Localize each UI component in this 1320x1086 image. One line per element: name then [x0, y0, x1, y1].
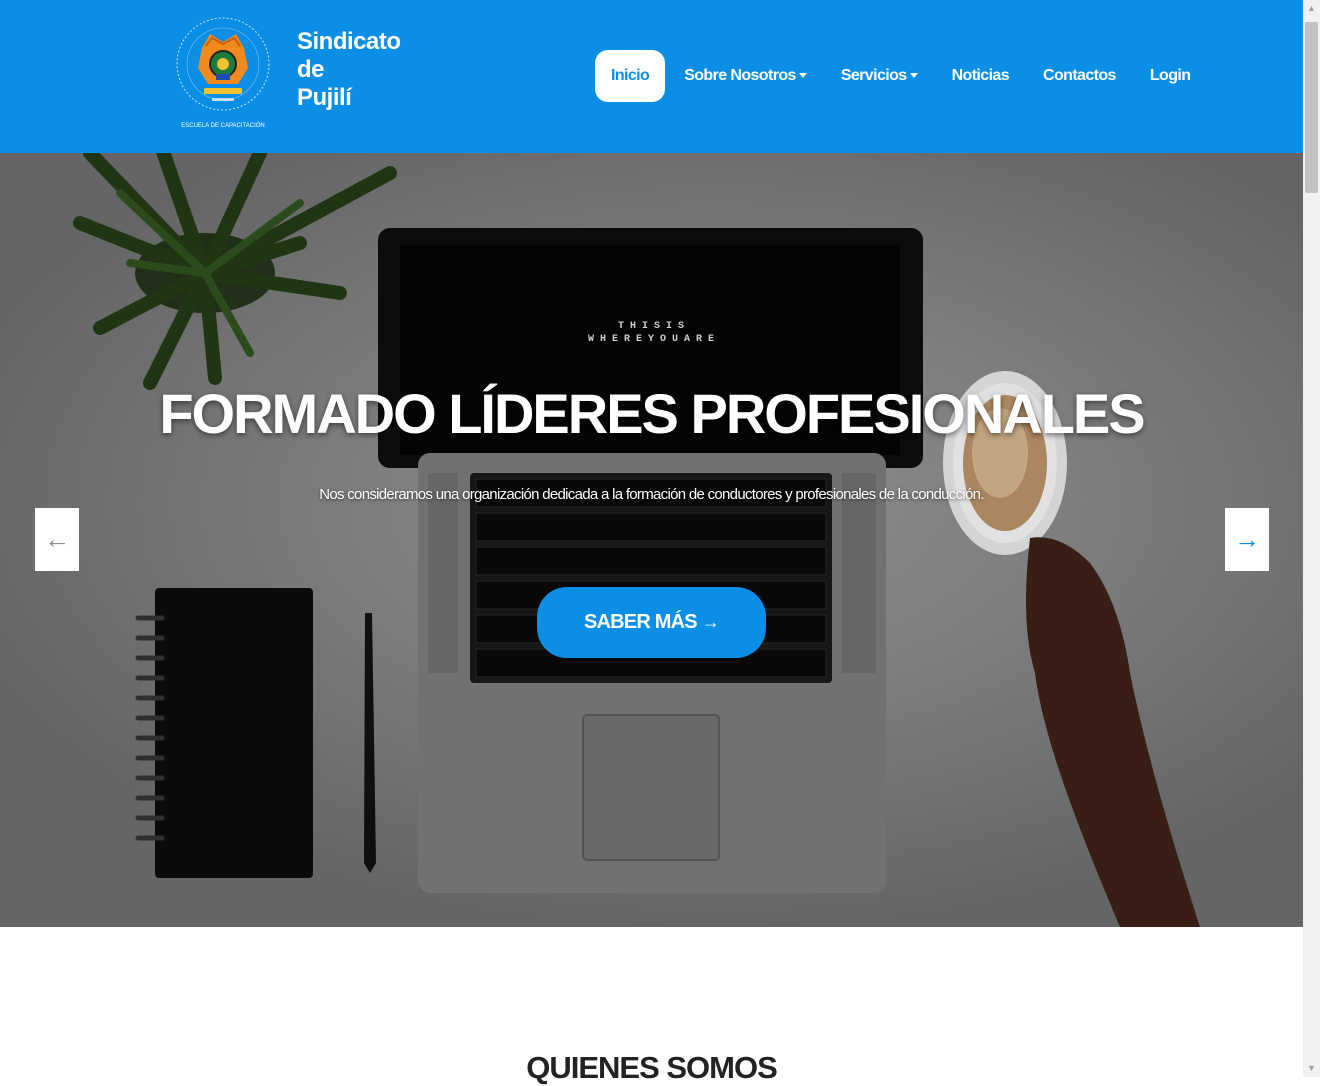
nav-item-label: Servicios [840, 67, 907, 84]
nav-item-label: Login [1149, 67, 1191, 84]
caret-down-icon [909, 72, 918, 78]
brand-line-1: Sindicato [297, 28, 401, 55]
arrow-right-icon: → [701, 612, 720, 632]
brand-line-2: de [297, 56, 325, 83]
hero-carousel: T H I S I S W H E R E Y O U A R E FORMAD… [0, 153, 1303, 927]
union-seal-icon: ESCUELA DE CAPACITACIÓN [176, 17, 270, 129]
union-logo[interactable]: ESCUELA DE CAPACITACIÓN [172, 6, 274, 132]
nav-item-noticias[interactable]: Noticias [935, 50, 1026, 102]
hero-title: FORMADO LÍDERES PROFESIONALES [159, 382, 1145, 445]
vertical-scrollbar[interactable]: ▲ ▼ [1303, 0, 1320, 1077]
nav-item-login[interactable]: Login [1133, 50, 1208, 102]
scroll-thumb[interactable] [1305, 22, 1318, 193]
section-title: QUIENES SOMOS [526, 1050, 778, 1085]
brand-line-3: Pujilí [297, 84, 352, 111]
saber-mas-button[interactable]: SABER MÁS → [537, 587, 766, 658]
nav-item-sobre-nosotros[interactable]: Sobre Nosotros [667, 50, 824, 102]
nav-item-label: Inicio [611, 67, 650, 84]
carousel-next-button[interactable]: → [1225, 508, 1269, 571]
nav-item-label: Sobre Nosotros [684, 67, 796, 84]
scroll-down-icon[interactable]: ▼ [1303, 1060, 1320, 1077]
main-nav: Inicio Sobre Nosotros Servicios Noticias… [595, 50, 1207, 102]
nav-item-contactos[interactable]: Contactos [1026, 50, 1133, 102]
saber-mas-label: SABER MÁS [583, 611, 698, 633]
nav-item-label: Noticias [951, 67, 1010, 84]
hero-subtitle: Nos consideramos una organización dedica… [319, 486, 984, 503]
scroll-up-icon[interactable]: ▲ [1303, 0, 1320, 17]
arrow-right-icon: → [1234, 524, 1260, 554]
carousel-prev-button[interactable]: ← [35, 508, 79, 571]
nav-item-label: Contactos [1043, 67, 1116, 84]
brand-name[interactable]: Sindicato de Pujilí [297, 28, 417, 112]
nav-item-servicios[interactable]: Servicios [824, 50, 935, 102]
hero-background-image: T H I S I S W H E R E Y O U A R E [0, 153, 1303, 927]
site-header: ESCUELA DE CAPACITACIÓN Sindicato de Puj… [0, 0, 1303, 153]
arrow-left-icon: ← [44, 524, 70, 554]
svg-text:ESCUELA DE CAPACITACIÓN: ESCUELA DE CAPACITACIÓN [181, 122, 264, 129]
nav-item-inicio[interactable]: Inicio [595, 50, 666, 102]
caret-down-icon [798, 72, 807, 78]
